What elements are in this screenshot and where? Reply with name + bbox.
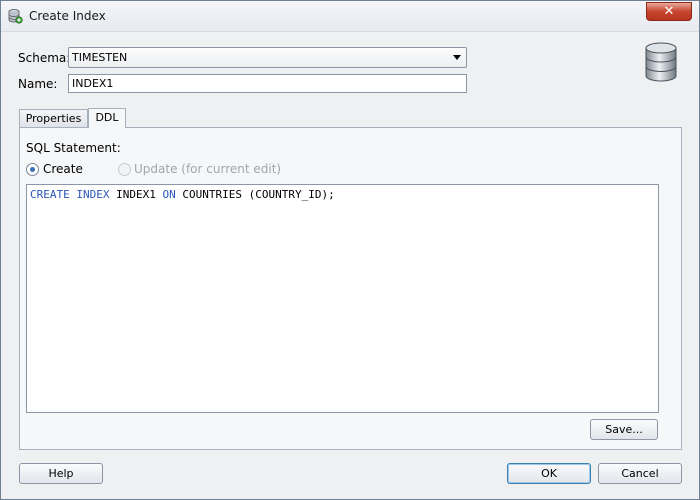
tab-properties[interactable]: Properties	[19, 109, 88, 127]
sql-editor[interactable]: CREATE INDEX INDEX1 ON COUNTRIES (COUNTR…	[26, 184, 659, 413]
create-radio[interactable]	[26, 163, 39, 176]
update-radio	[118, 163, 131, 176]
ok-button[interactable]: OK	[507, 463, 591, 484]
close-icon: ✕	[663, 4, 675, 19]
chevron-down-icon	[453, 55, 461, 60]
sql-keyword-create: CREATE	[30, 188, 70, 201]
title-bar[interactable]: Create Index ✕	[1, 1, 699, 32]
sql-table-clause: COUNTRIES (COUNTRY_ID);	[182, 188, 335, 201]
close-button[interactable]: ✕	[646, 2, 692, 21]
create-index-dialog: Create Index ✕ Schema: TIMESTEN Name: Pr…	[0, 0, 700, 500]
window-title: Create Index	[29, 9, 106, 23]
sql-statement-label: SQL Statement:	[26, 141, 121, 155]
help-button[interactable]: Help	[19, 463, 103, 484]
create-radio-label[interactable]: Create	[43, 162, 83, 176]
name-input[interactable]	[68, 74, 467, 93]
database-icon	[8, 9, 23, 24]
save-button[interactable]: Save...	[590, 419, 658, 440]
schema-select[interactable]: TIMESTEN	[68, 47, 467, 68]
sql-keyword-index: INDEX	[76, 188, 110, 201]
database-cylinder-icon	[645, 42, 677, 82]
update-radio-label: Update (for current edit)	[134, 162, 282, 176]
sql-index-name: INDEX1	[116, 188, 156, 201]
schema-label: Schema:	[18, 51, 71, 65]
cancel-button[interactable]: Cancel	[598, 463, 682, 484]
tab-ddl[interactable]: DDL	[88, 108, 126, 128]
schema-select-value: TIMESTEN	[72, 51, 128, 64]
sql-keyword-on: ON	[162, 188, 176, 201]
name-label: Name:	[18, 77, 58, 91]
